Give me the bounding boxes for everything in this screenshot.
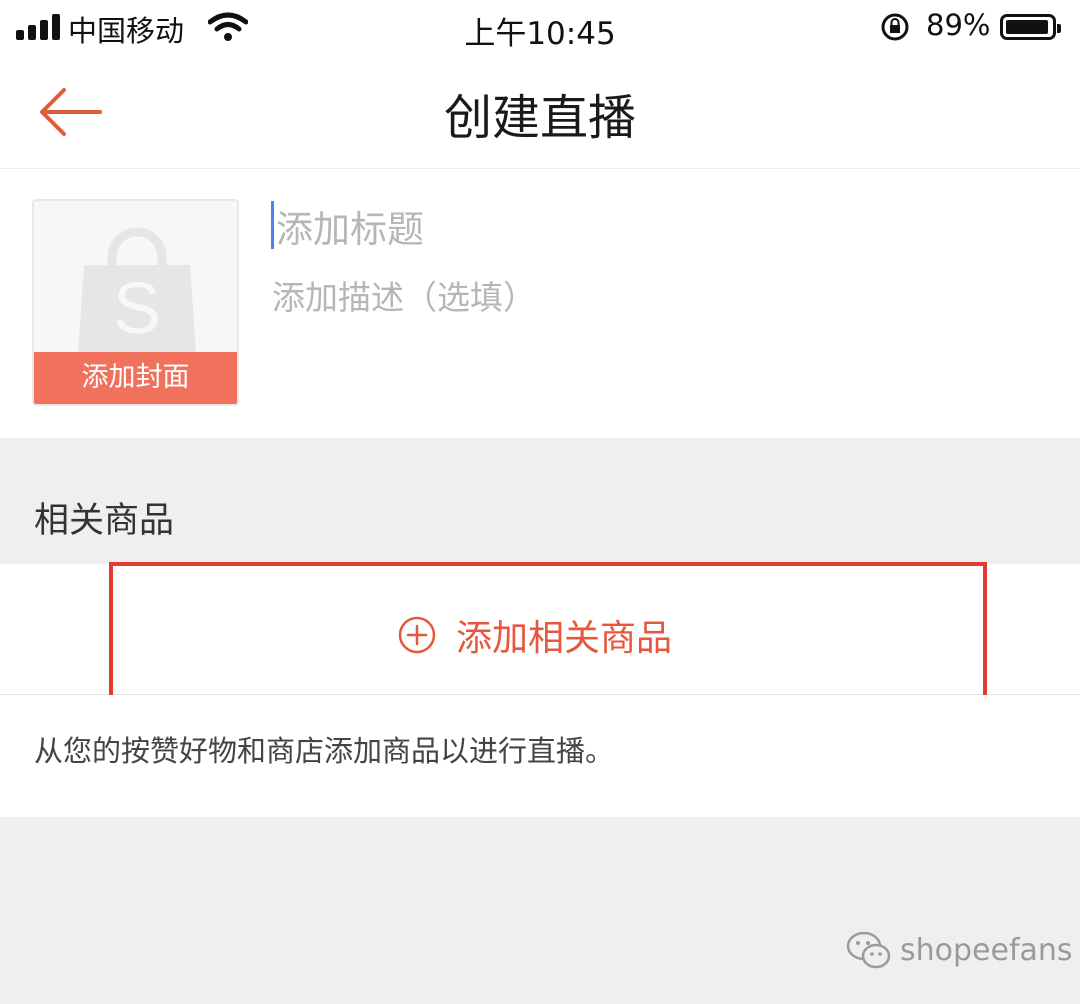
text-cursor — [271, 201, 274, 249]
watermark-text: shopeefans — [900, 932, 1073, 968]
page-title: 创建直播 — [443, 90, 636, 146]
add-related-products-label: 添加相关商品 — [456, 618, 673, 659]
plus-circle-icon — [398, 616, 436, 654]
rotation-lock-icon — [881, 13, 909, 41]
status-bar: 中国移动 上午10:45 89% — [0, 0, 1080, 56]
watermark: shopeefans — [846, 930, 1073, 970]
navigation-bar: 创建直播 — [0, 56, 1080, 169]
svg-text:S: S — [113, 269, 161, 349]
related-products-heading: 相关商品 — [34, 501, 175, 541]
description-placeholder: 添加描述（选填） — [272, 278, 536, 317]
add-related-products-button[interactable]: 添加相关商品 — [398, 606, 672, 664]
title-placeholder: 添加标题 — [276, 208, 424, 251]
battery-icon — [1000, 14, 1061, 40]
add-cover-button[interactable]: S 添加封面 — [32, 199, 239, 406]
wechat-icon — [846, 931, 891, 969]
battery-percentage: 89% — [926, 8, 991, 42]
shopee-bag-icon: S — [78, 227, 196, 353]
add-products-hint: 从您的按赞好物和商店添加商品以进行直播。 — [34, 734, 615, 768]
hint-row: 从您的按赞好物和商店添加商品以进行直播。 — [0, 695, 1080, 817]
clock: 上午10:45 — [464, 16, 616, 52]
live-info-form: S 添加封面 添加标题 添加描述（选填） — [0, 169, 1080, 438]
add-cover-label: 添加封面 — [34, 352, 237, 404]
